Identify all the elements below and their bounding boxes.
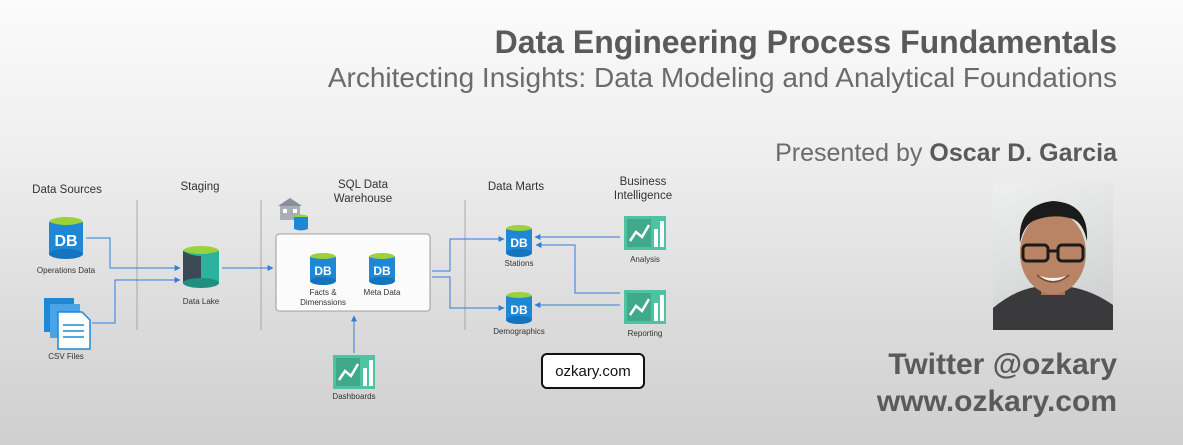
- label-demographics: Demographics: [493, 327, 545, 336]
- label-facts-line1: Facts &: [309, 288, 337, 297]
- label-meta-data: Meta Data: [364, 288, 401, 297]
- page-title: Data Engineering Process Fundamentals: [494, 24, 1117, 60]
- twitter-handle[interactable]: Twitter @ozkary: [888, 348, 1117, 382]
- label-operations-data: Operations Data: [37, 266, 96, 275]
- label-analysis: Analysis: [630, 255, 660, 264]
- db-badge: DB: [510, 236, 528, 250]
- label-data-lake: Data Lake: [183, 297, 220, 306]
- reporting-chart-icon: [622, 288, 668, 326]
- warehouse-building-icon: [278, 198, 308, 231]
- stations-db-icon: DB: [506, 225, 532, 257]
- label-reporting: Reporting: [628, 329, 663, 338]
- heading-data-marts: Data Marts: [488, 181, 544, 193]
- label-dashboards: Dashboards: [332, 392, 375, 401]
- data-lake-icon: [183, 246, 219, 288]
- csv-files-icon: [44, 298, 91, 350]
- label-stations: Stations: [505, 259, 534, 268]
- arrow-csv-to-lake: [92, 277, 181, 324]
- db-badge: DB: [373, 264, 391, 278]
- presenter-name: Oscar D. Garcia: [929, 139, 1117, 167]
- demographics-db-icon: DB: [506, 292, 532, 324]
- meta-data-db-icon: DB: [369, 253, 395, 285]
- dashboards-chart-icon: [331, 353, 377, 391]
- label-csv-files: CSV Files: [48, 352, 84, 361]
- heading-warehouse-line2: Warehouse: [334, 193, 392, 205]
- arrow-reporting-to-stations: [535, 242, 620, 294]
- analysis-chart-icon: [622, 214, 668, 252]
- label-facts-line2: Dimenssions: [300, 298, 346, 307]
- db-badge: DB: [314, 264, 332, 278]
- heading-bi-line2: Intelligence: [614, 190, 672, 202]
- presenter-prefix: Presented by: [775, 139, 930, 167]
- heading-staging: Staging: [180, 181, 219, 193]
- website-link[interactable]: www.ozkary.com: [877, 385, 1117, 419]
- facts-db-icon: DB: [310, 253, 336, 285]
- presenter-portrait-image: [993, 201, 1113, 330]
- presenter-line: Presented by Oscar D. Garcia: [775, 139, 1117, 168]
- warehouse-box: [275, 233, 431, 312]
- arrow-ops-to-lake: [86, 237, 181, 271]
- arrow-warehouse-to-stations: [432, 236, 505, 272]
- arrow-warehouse-to-demographics: [432, 276, 505, 311]
- presenter-photo: [993, 183, 1113, 330]
- page-subtitle: Architecting Insights: Data Modeling and…: [327, 62, 1117, 93]
- operations-data-db-icon: DB: [49, 217, 83, 259]
- heading-bi-line1: Business: [620, 176, 667, 188]
- url-box[interactable]: ozkary.com: [541, 353, 645, 389]
- heading-warehouse-line1: SQL Data: [338, 179, 389, 191]
- heading-data-sources: Data Sources: [32, 184, 102, 196]
- db-badge: DB: [54, 233, 77, 250]
- db-badge: DB: [510, 303, 528, 317]
